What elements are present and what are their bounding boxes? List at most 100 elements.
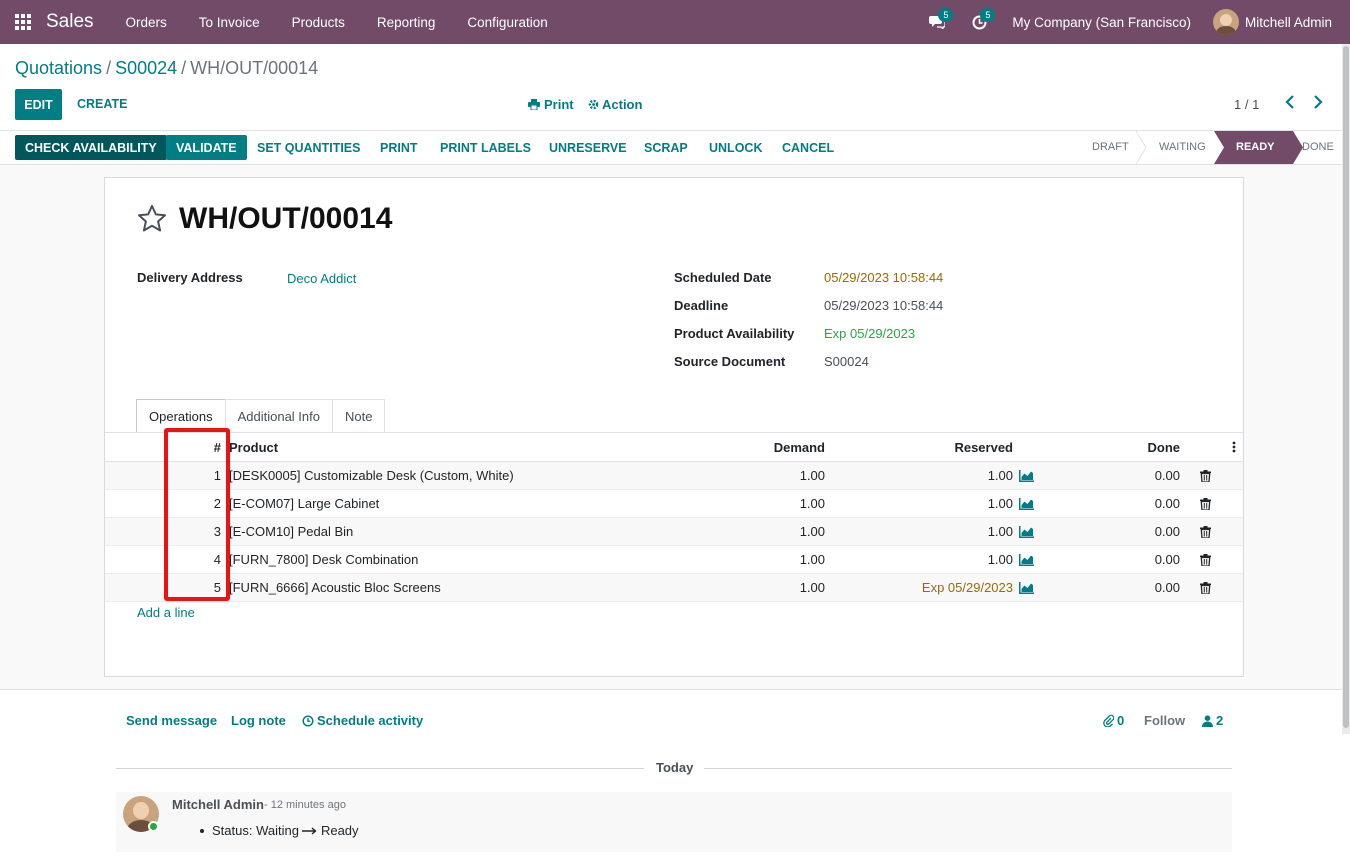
print-button[interactable]: PRINT [380, 135, 418, 160]
trash-icon[interactable] [1200, 462, 1211, 489]
action-menu-button[interactable]: Action [588, 97, 642, 112]
log-note-button[interactable]: Log note [231, 713, 286, 728]
attachments-button[interactable]: 0 [1103, 713, 1124, 728]
scrap-button[interactable]: SCRAP [644, 135, 688, 160]
stage-ready[interactable]: READY [1236, 141, 1275, 153]
trash-icon[interactable] [1200, 518, 1211, 545]
print-labels-button[interactable]: PRINT LABELS [440, 135, 531, 160]
follow-button[interactable]: Follow [1144, 713, 1185, 728]
row-product[interactable]: [E-COM10] Pedal Bin [229, 518, 353, 545]
header-product[interactable]: Product [229, 433, 278, 461]
online-status-icon [148, 821, 159, 832]
forecast-chart-icon[interactable] [1019, 546, 1034, 573]
forecast-chart-icon[interactable] [1019, 490, 1034, 517]
table-row[interactable]: 4 [FURN_7800] Desk Combination 1.00 1.00 0.0… [105, 546, 1243, 574]
chevron-left-icon[interactable] [1283, 94, 1297, 110]
clock-icon [302, 714, 314, 727]
activities-badge: 5 [980, 8, 996, 22]
app-brand[interactable]: Sales [46, 11, 94, 33]
row-done[interactable]: 0.00 [1080, 462, 1180, 489]
cancel-button[interactable]: CANCEL [782, 135, 834, 160]
availability-label: Product Availability [674, 326, 795, 341]
row-done[interactable]: 0.00 [1080, 490, 1180, 517]
header-demand[interactable]: Demand [725, 433, 825, 461]
row-done[interactable]: 0.00 [1080, 546, 1180, 573]
forecast-chart-icon[interactable] [1019, 462, 1034, 489]
pager-value[interactable]: 1 / 1 [1234, 97, 1259, 112]
source-document-label: Source Document [674, 354, 786, 369]
create-button[interactable]: CREATE [77, 97, 127, 111]
row-reserved: 1.00 [987, 524, 1013, 539]
user-menu[interactable]: Mitchell Admin [1212, 9, 1350, 35]
trash-icon[interactable] [1200, 490, 1211, 517]
trash-icon[interactable] [1200, 546, 1211, 573]
column-options-icon[interactable] [1232, 433, 1236, 461]
add-line-link[interactable]: Add a line [137, 605, 195, 620]
send-message-button[interactable]: Send message [126, 713, 217, 728]
scheduled-date-label: Scheduled Date [674, 270, 772, 285]
header-reserved[interactable]: Reserved [913, 433, 1013, 461]
status-bar: CHECK AVAILABILITY VALIDATE SET QUANTITI… [0, 131, 1350, 165]
source-document-value: S00024 [824, 354, 869, 369]
validate-button[interactable]: VALIDATE [166, 135, 247, 160]
row-demand[interactable]: 1.00 [725, 518, 825, 545]
row-product[interactable]: [FURN_7800] Desk Combination [229, 546, 418, 573]
table-row[interactable]: 1 [DESK0005] Customizable Desk (Custom, W… [105, 462, 1243, 490]
page-scrollbar[interactable] [1342, 44, 1350, 734]
date-separator: Today [116, 760, 1232, 776]
printer-icon [528, 99, 540, 110]
user-avatar [1212, 9, 1239, 35]
row-demand[interactable]: 1.00 [725, 546, 825, 573]
row-product[interactable]: [E-COM07] Large Cabinet [229, 490, 379, 517]
unreserve-button[interactable]: UNRESERVE [549, 135, 627, 160]
print-menu-button[interactable]: Print [528, 97, 574, 112]
trash-icon[interactable] [1200, 574, 1211, 601]
form-sheet: WH/OUT/00014 Delivery Address Deco Addic… [104, 177, 1244, 677]
tab-note[interactable]: Note [332, 399, 386, 433]
check-availability-button[interactable]: CHECK AVAILABILITY [15, 135, 167, 160]
row-product[interactable]: [DESK0005] Customizable Desk (Custom, Wh… [229, 462, 514, 489]
stage-draft[interactable]: DRAFT [1092, 141, 1129, 153]
edit-button[interactable]: EDIT [15, 89, 62, 120]
menu-products[interactable]: Products [276, 15, 361, 30]
table-row[interactable]: 2 [E-COM07] Large Cabinet 1.00 1.00 0.00 [105, 490, 1243, 518]
table-row[interactable]: 3 [E-COM10] Pedal Bin 1.00 1.00 0.00 [105, 518, 1243, 546]
forecast-chart-icon[interactable] [1019, 574, 1034, 601]
unlock-button[interactable]: UNLOCK [709, 135, 762, 160]
forecast-chart-icon[interactable] [1019, 518, 1034, 545]
company-switcher[interactable]: My Company (San Francisco) [1000, 15, 1213, 30]
table-row[interactable]: 5 [FURN_6666] Acoustic Bloc Screens 1.00 Ex… [105, 574, 1243, 602]
row-product[interactable]: [FURN_6666] Acoustic Bloc Screens [229, 574, 441, 601]
chevron-right-icon[interactable] [1311, 94, 1325, 110]
chatter-message: Mitchell Admin - 12 minutes ago Status: … [116, 792, 1232, 852]
messages-button[interactable]: 5 [916, 0, 958, 44]
delivery-address-value[interactable]: Deco Addict [287, 271, 356, 286]
activities-button[interactable]: 5 [958, 0, 1000, 44]
control-panel: Quotations / S00024/WH/OUT/00014 EDIT CREA… [0, 44, 1350, 131]
stage-done[interactable]: DONE [1302, 141, 1334, 153]
breadcrumb-sale-order[interactable]: S00024 [115, 58, 177, 78]
row-demand[interactable]: 1.00 [725, 574, 825, 601]
header-done[interactable]: Done [1080, 433, 1181, 461]
stage-waiting[interactable]: WAITING [1159, 141, 1206, 153]
star-icon[interactable] [137, 204, 167, 234]
row-done[interactable]: 0.00 [1080, 518, 1180, 545]
row-reserved: 1.00 [987, 496, 1013, 511]
menu-configuration[interactable]: Configuration [451, 15, 563, 30]
availability-value: Exp 05/29/2023 [824, 326, 916, 341]
apps-menu-icon[interactable] [0, 0, 46, 44]
schedule-activity-button[interactable]: Schedule activity [302, 713, 423, 728]
tab-additional-info[interactable]: Additional Info [224, 399, 333, 433]
menu-to-invoice[interactable]: To Invoice [183, 15, 276, 30]
message-body: Status: Waiting Ready [200, 823, 359, 838]
menu-reporting[interactable]: Reporting [361, 15, 452, 30]
row-demand[interactable]: 1.00 [725, 490, 825, 517]
row-done[interactable]: 0.00 [1080, 574, 1180, 601]
row-demand[interactable]: 1.00 [725, 462, 825, 489]
set-quantities-button[interactable]: SET QUANTITIES [257, 135, 360, 160]
breadcrumb-quotations[interactable]: Quotations [15, 58, 102, 78]
menu-orders[interactable]: Orders [110, 15, 183, 30]
followers-button[interactable]: 2 [1202, 713, 1223, 728]
breadcrumb: Quotations / S00024/WH/OUT/00014 [15, 58, 319, 78]
message-author[interactable]: Mitchell Admin [172, 797, 264, 812]
